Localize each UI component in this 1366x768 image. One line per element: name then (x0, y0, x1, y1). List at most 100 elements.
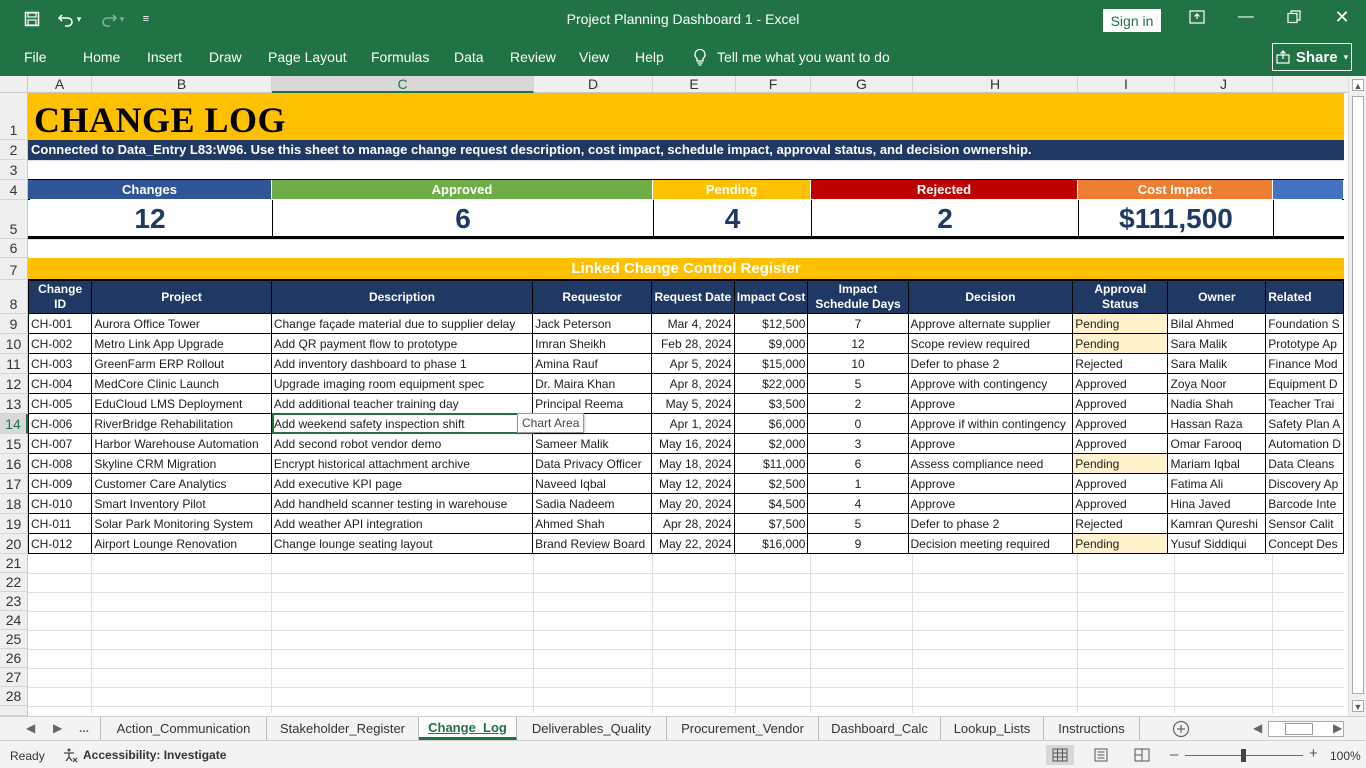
cell-decision[interactable]: Approve (907, 473, 1074, 494)
cell-owner[interactable]: Yusuf Siddiqui (1167, 533, 1267, 554)
cell-approval-status[interactable]: Pending (1072, 453, 1169, 474)
cell-project[interactable]: MedCore Clinic Launch (91, 373, 272, 394)
cell-impact-cost[interactable]: $15,000 (733, 353, 809, 374)
row-header[interactable]: 21 (0, 554, 28, 573)
zoom-level[interactable]: 100% (1330, 749, 1361, 763)
scroll-up-icon[interactable]: ▲ (1352, 79, 1364, 91)
cell-change-id[interactable]: CH-003 (28, 353, 93, 374)
cell-schedule-days[interactable]: 6 (807, 453, 909, 474)
cell-request-date[interactable]: May 16, 2024 (650, 433, 735, 454)
cell-related[interactable]: Discovery Ap (1265, 473, 1344, 494)
zoom-in-icon[interactable]: + (1309, 745, 1318, 762)
page-break-view-icon[interactable] (1128, 745, 1156, 765)
cell-project[interactable]: Customer Care Analytics (91, 473, 272, 494)
restore-icon[interactable] (1276, 4, 1312, 30)
cell-approval-status[interactable]: Rejected (1072, 353, 1169, 374)
cell-schedule-days[interactable]: 4 (807, 493, 909, 514)
header-decision[interactable]: Decision (907, 280, 1074, 314)
scroll-down-icon[interactable]: ▼ (1352, 700, 1364, 712)
cell-impact-cost[interactable]: $22,000 (733, 373, 809, 394)
cell-request-date[interactable]: Apr 1, 2024 (650, 413, 735, 434)
row-header[interactable]: 5 (0, 200, 28, 239)
cell-decision[interactable]: Defer to phase 2 (907, 353, 1074, 374)
tab-data[interactable]: Data (454, 49, 484, 65)
cell-owner[interactable]: Hina Javed (1167, 493, 1267, 514)
cell-owner[interactable]: Bilal Ahmed (1167, 313, 1267, 334)
vertical-scrollbar[interactable]: ▲ ▼ (1348, 76, 1366, 716)
hscroll-left-icon[interactable]: ◀ (1253, 721, 1262, 735)
cell-requestor[interactable]: Imran Sheikh (532, 333, 652, 354)
redo-icon[interactable]: ▾ (96, 8, 128, 30)
cell-owner[interactable]: Fatima Ali (1167, 473, 1267, 494)
cell-request-date[interactable]: May 5, 2024 (650, 393, 735, 414)
sheet-tab-action-communication[interactable]: Action_Communication (100, 717, 267, 740)
cell-description[interactable]: Add handheld scanner testing in warehous… (270, 493, 534, 514)
cell-requestor[interactable]: Jack Peterson (532, 313, 652, 334)
cell-decision[interactable]: Assess compliance need (907, 453, 1074, 474)
cell-requestor[interactable]: Ahmed Shah (532, 513, 652, 534)
row-header[interactable]: 22 (0, 573, 28, 592)
cell-description[interactable]: Add weather API integration (270, 513, 534, 534)
row-header[interactable]: 6 (0, 239, 28, 258)
row-header[interactable]: 27 (0, 668, 28, 687)
column-header-g[interactable]: G (811, 76, 913, 93)
cell-approval-status[interactable]: Pending (1072, 533, 1169, 554)
sheet-tab-dashboard-calc[interactable]: Dashboard_Calc (819, 717, 941, 740)
hscroll-thumb[interactable] (1285, 723, 1313, 735)
tab-help[interactable]: Help (635, 49, 664, 65)
cell-decision[interactable]: Approve (907, 433, 1074, 454)
cell-decision[interactable]: Defer to phase 2 (907, 513, 1074, 534)
cell-project[interactable]: Aurora Office Tower (91, 313, 272, 334)
row-header[interactable]: 28 (0, 687, 28, 706)
cell-description[interactable]: Change lounge seating layout (270, 533, 534, 554)
column-header-h[interactable]: H (913, 76, 1078, 93)
cell-related[interactable]: Foundation S (1265, 313, 1344, 334)
cell-related[interactable]: Automation D (1265, 433, 1344, 454)
sheet-more-button[interactable]: ... (79, 721, 89, 735)
ribbon-display-icon[interactable] (1179, 4, 1215, 30)
sign-in-button[interactable]: Sign in (1103, 9, 1161, 32)
column-header-e[interactable]: E (653, 76, 736, 93)
cell-project[interactable]: GreenFarm ERP Rollout (91, 353, 272, 374)
cell-schedule-days[interactable]: 7 (807, 313, 909, 334)
sheet-tab-change-log[interactable]: Change_Log (419, 717, 517, 740)
row-header[interactable]: 24 (0, 611, 28, 630)
cell-project[interactable]: Skyline CRM Migration (91, 453, 272, 474)
cell-description[interactable]: Add additional teacher training day (270, 393, 534, 414)
sheet-prev-icon[interactable]: ◀ (26, 721, 35, 735)
header-impact-cost[interactable]: Impact Cost (733, 280, 809, 314)
column-header-a[interactable]: A (28, 76, 92, 93)
row-header[interactable]: 4 (0, 180, 28, 200)
sheet-tab-procurement-vendor[interactable]: Procurement_Vendor (667, 717, 819, 740)
cell-change-id[interactable]: CH-006 (28, 413, 93, 434)
cell-related[interactable]: Prototype Ap (1265, 333, 1344, 354)
sheet-next-icon[interactable]: ▶ (53, 721, 62, 735)
cell-request-date[interactable]: May 18, 2024 (650, 453, 735, 474)
row-header[interactable]: 18 (0, 494, 28, 514)
sheet-tab-lookup-lists[interactable]: Lookup_Lists (941, 717, 1044, 740)
cell-schedule-days[interactable]: 5 (807, 513, 909, 534)
cell-decision[interactable]: Approve alternate supplier (907, 313, 1074, 334)
cell-approval-status[interactable]: Pending (1072, 333, 1169, 354)
cell-project[interactable]: Smart Inventory Pilot (91, 493, 272, 514)
row-header[interactable]: 11 (0, 354, 28, 374)
cell-project[interactable]: Solar Park Monitoring System (91, 513, 272, 534)
row-header[interactable]: 17 (0, 474, 28, 494)
cell-approval-status[interactable]: Approved (1072, 493, 1169, 514)
cell-impact-cost[interactable]: $4,500 (733, 493, 809, 514)
page-layout-view-icon[interactable] (1087, 745, 1115, 765)
cell-change-id[interactable]: CH-008 (28, 453, 93, 474)
cell-related[interactable]: Teacher Trai (1265, 393, 1344, 414)
tab-insert[interactable]: Insert (147, 49, 182, 65)
cell-approval-status[interactable]: Approved (1072, 393, 1169, 414)
tab-review[interactable]: Review (510, 49, 556, 65)
row-header[interactable]: 2 (0, 140, 28, 160)
cell-approval-status[interactable]: Pending (1072, 313, 1169, 334)
cell-impact-cost[interactable]: $2,000 (733, 433, 809, 454)
cell-description[interactable]: Change façade material due to supplier d… (270, 313, 534, 334)
row-header[interactable]: 26 (0, 649, 28, 668)
row-header[interactable]: 19 (0, 514, 28, 534)
header-approval-status[interactable]: Approval Status (1072, 280, 1169, 314)
cell-impact-cost[interactable]: $11,000 (733, 453, 809, 474)
tab-draw[interactable]: Draw (209, 49, 242, 65)
